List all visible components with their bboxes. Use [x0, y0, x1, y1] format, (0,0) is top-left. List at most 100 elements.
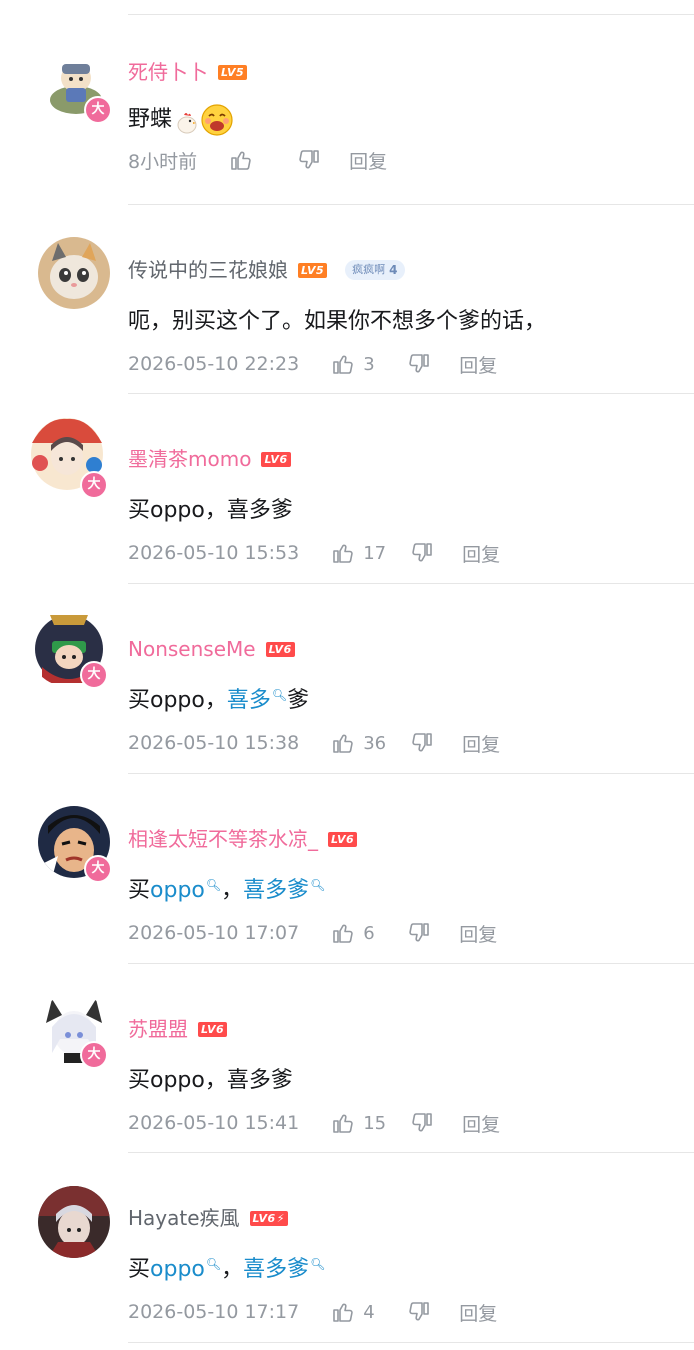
like-count: 3 — [363, 353, 375, 375]
comment-text-part: 买oppo， — [128, 688, 227, 713]
thumbs-down-icon — [407, 352, 431, 376]
reply-button[interactable]: 回复 — [349, 147, 387, 174]
comment-meta: 2026-05-10 17:07 6 回复 — [128, 917, 497, 949]
username[interactable]: 传说中的三花娘娘 — [128, 256, 288, 284]
timestamp: 2026-05-10 17:17 — [128, 1301, 300, 1323]
search-icon: 🔍︎ — [205, 878, 222, 892]
timestamp: 2026-05-10 22:23 — [128, 353, 300, 375]
reply-button[interactable]: 回复 — [462, 540, 500, 567]
keyword-text: 喜多 — [226, 688, 271, 713]
dislike-button[interactable] — [410, 731, 434, 755]
fan-medal[interactable]: 疯疯啊 4 — [345, 260, 405, 280]
username-row: 苏盟盟 LV6 — [128, 1015, 228, 1043]
keyword-text: oppo — [150, 1257, 205, 1282]
reply-button[interactable]: 回复 — [462, 1110, 500, 1137]
comment-text-body: 野蝶 — [128, 107, 173, 132]
avatar[interactable] — [38, 1186, 110, 1258]
dislike-button[interactable] — [407, 1300, 431, 1324]
level-badge: LV5 — [298, 262, 328, 278]
timestamp: 2026-05-10 15:41 — [128, 1112, 300, 1134]
timestamp: 2026-05-10 15:53 — [128, 542, 300, 564]
comment-text: 买oppo，喜多爹 — [128, 1061, 293, 1101]
fan-medal-label: 疯疯啊 — [352, 263, 386, 276]
keyword-text: 喜多爹 — [243, 1257, 310, 1282]
thumbs-up-icon — [331, 731, 355, 755]
keyword-search-link[interactable]: 喜多爹🔍︎ — [243, 1250, 325, 1290]
laughing-face-emoji-icon — [200, 103, 234, 137]
level-badge: LV5 — [218, 64, 248, 80]
search-icon: 🔍︎ — [271, 688, 288, 702]
like-button[interactable]: 4 — [331, 1300, 383, 1324]
comment-item: 大 死侍卜卜 LV5 野蝶 8小时前 回复 — [0, 14, 694, 204]
dislike-button[interactable] — [410, 541, 434, 565]
username[interactable]: 相逢太短不等茶水凉_ — [128, 825, 318, 853]
vip-badge: 大 — [80, 471, 108, 499]
reply-button[interactable]: 回复 — [459, 1299, 497, 1326]
comment-text-part: 爹 — [287, 688, 310, 713]
username[interactable]: 苏盟盟 — [128, 1015, 188, 1043]
thumbs-down-icon — [410, 1111, 434, 1135]
like-button[interactable]: 17 — [331, 541, 386, 565]
username-row: NonsenseMe LV6 — [128, 635, 295, 663]
username[interactable]: 死侍卜卜 — [128, 58, 208, 86]
comment-meta: 2026-05-10 15:53 17 回复 — [128, 537, 500, 569]
comment-text: 呃，别买这个了。如果你不想多个爹的话， — [128, 302, 546, 342]
like-button[interactable]: 15 — [331, 1111, 386, 1135]
thumbs-up-icon — [331, 1300, 355, 1324]
level-text: LV6 — [252, 1211, 276, 1225]
thumbs-down-icon — [410, 541, 434, 565]
divider — [128, 1342, 694, 1343]
like-button[interactable]: 3 — [331, 352, 383, 376]
thumbs-up-icon — [331, 1111, 355, 1135]
avatar[interactable] — [38, 237, 110, 309]
username[interactable]: Hayate疾風 — [128, 1204, 240, 1232]
keyword-search-link[interactable]: 喜多爹🔍︎ — [243, 871, 325, 911]
like-button[interactable]: 6 — [331, 921, 383, 945]
level-badge: LV6 — [328, 831, 358, 847]
thumbs-down-icon — [407, 1300, 431, 1324]
dislike-button[interactable] — [407, 921, 431, 945]
username-row: 死侍卜卜 LV5 — [128, 58, 248, 86]
comment-meta: 2026-05-10 15:38 36 回复 — [128, 727, 500, 759]
keyword-search-link[interactable]: 喜多🔍︎ — [227, 681, 287, 721]
comment-item: 大 NonsenseMe LV6 买oppo， 喜多🔍︎ 爹 2026-05-1… — [0, 583, 694, 773]
dislike-button[interactable] — [407, 352, 431, 376]
like-count: 17 — [363, 542, 387, 564]
like-button[interactable] — [229, 148, 281, 172]
dislike-button[interactable] — [410, 1111, 434, 1135]
thumbs-up-icon — [331, 352, 355, 376]
timestamp: 2026-05-10 15:38 — [128, 732, 300, 754]
timestamp: 2026-05-10 17:07 — [128, 922, 300, 944]
username-row: 墨清茶momo LV6 — [128, 445, 291, 473]
level-badge: LV6 — [261, 451, 291, 467]
username-row: 传说中的三花娘娘 LV5 疯疯啊 4 — [128, 256, 405, 284]
thumbs-up-icon — [331, 541, 355, 565]
reply-button[interactable]: 回复 — [459, 351, 497, 378]
comment-text-part: 买 — [128, 1257, 151, 1282]
username-row: 相逢太短不等茶水凉_ LV6 — [128, 825, 358, 853]
comment-text: 买 oppo🔍︎ ， 喜多爹🔍︎ — [128, 871, 325, 911]
comment-text: 野蝶 — [128, 100, 234, 140]
level-badge: LV6⚡ — [249, 1210, 288, 1226]
like-count: 15 — [363, 1112, 387, 1134]
keyword-text: oppo — [150, 878, 205, 903]
thumbs-down-icon — [297, 148, 321, 172]
username[interactable]: NonsenseMe — [128, 635, 256, 663]
username[interactable]: 墨清茶momo — [128, 445, 251, 473]
keyword-search-link[interactable]: oppo🔍︎ — [150, 1250, 221, 1290]
comment-text: 买oppo， 喜多🔍︎ 爹 — [128, 681, 309, 721]
comment-text-part: ， — [221, 878, 244, 903]
comment-text: 买oppo，喜多爹 — [128, 491, 293, 531]
level-badge: LV6 — [265, 641, 295, 657]
reply-button[interactable]: 回复 — [459, 920, 497, 947]
comment-item: 传说中的三花娘娘 LV5 疯疯啊 4 呃，别买这个了。如果你不想多个爹的话， 2… — [0, 204, 694, 394]
reply-button[interactable]: 回复 — [462, 730, 500, 757]
keyword-search-link[interactable]: oppo🔍︎ — [150, 871, 221, 911]
dislike-button[interactable] — [297, 148, 321, 172]
vip-badge: 大 — [84, 855, 112, 883]
like-count: 6 — [363, 922, 375, 944]
like-button[interactable]: 36 — [331, 731, 386, 755]
comment-text-part: ， — [221, 1257, 244, 1282]
comment-item: Hayate疾風 LV6⚡ 买 oppo🔍︎ ， 喜多爹🔍︎ 2026-05-1… — [0, 1152, 694, 1342]
vip-badge: 大 — [84, 96, 112, 124]
